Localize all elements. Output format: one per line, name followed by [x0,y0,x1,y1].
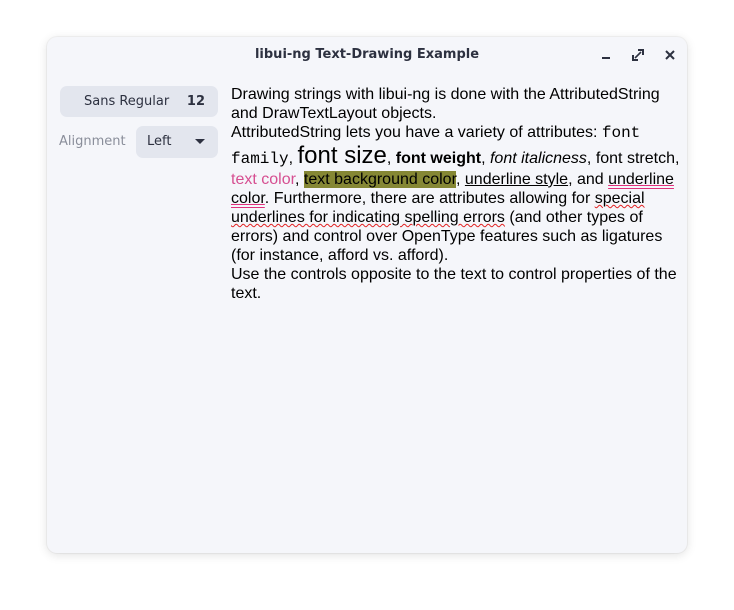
alignment-dropdown[interactable]: Left [136,126,218,158]
text-line: Use the controls opposite to the text to… [231,265,677,284]
titlebar[interactable]: libui-ng Text-Drawing Example [47,37,687,73]
window-title: libui-ng Text-Drawing Example [254,47,480,62]
chevron-down-icon [195,139,205,144]
attributed-text-area: Drawing strings with libui-ng is done wi… [231,85,680,303]
maximize-icon [632,49,644,61]
text-line: errors) and control over OpenType featur… [231,227,677,246]
underline-style-sample: underline style [464,171,569,188]
font-name-label: Sans Regular [84,94,170,109]
text-span: , [481,150,490,167]
text-span: text. [231,285,262,302]
text-line: underlines for indicating spelling error… [231,208,677,227]
font-family-sample: font [601,124,641,142]
text-span: (and other types of [504,209,643,226]
font-size-label: 12 [186,94,205,109]
text-span: Use the controls opposite to the text to… [231,266,677,283]
text-line: AttributedString lets you have a variety… [231,123,677,142]
text-line: text color, text background color, under… [231,170,677,189]
text-span: Drawing strings with libui-ng is done wi… [231,86,660,103]
text-span: (for instance, afford vs. afford). [231,247,449,264]
font-family-sample: family [231,150,289,168]
close-button[interactable] [660,45,680,65]
text-span: , [295,171,304,188]
text-line: family, font size, font weight, font ita… [231,142,680,170]
text-span: , [456,171,465,188]
font-picker-button[interactable]: Sans Regular 12 [60,86,218,117]
text-line: color. Furthermore, there are attributes… [231,189,677,208]
text-line: Drawing strings with libui-ng is done wi… [231,85,677,104]
text-span: and DrawTextLayout objects. [231,105,437,122]
app-window: libui-ng Text-Drawing Example Sans Regul… [47,37,687,553]
spelling-underline-sample: special [594,190,645,207]
text-span: . Furthermore, there are attributes allo… [264,190,595,207]
text-span: , [386,150,396,167]
text-span: , [288,150,298,167]
underline-color-sample: color [231,190,265,207]
text-line: (for instance, afford vs. afford). [231,246,677,265]
text-line: and DrawTextLayout objects. [231,104,677,123]
spelling-underline-sample: underlines for indicating spelling error… [231,209,505,226]
alignment-label: Alignment [59,134,126,149]
text-line: text. [231,284,677,303]
text-background-sample: text background color [303,171,457,188]
text-span: errors) and control over OpenType featur… [231,228,663,245]
text-color-sample: text color [231,171,296,188]
font-italic-sample: font italicness [489,150,587,167]
text-span: , font stretch, [586,150,680,167]
underline-color-sample: underline [608,171,674,188]
minimize-icon [602,57,610,59]
close-icon [665,50,675,60]
minimize-button[interactable] [596,45,616,65]
alignment-value: Left [147,134,172,149]
maximize-button[interactable] [628,45,648,65]
font-size-sample: font size [297,142,387,169]
font-weight-sample: font weight [395,150,482,167]
text-span: AttributedString lets you have a variety… [231,124,602,141]
text-span: , and [568,171,609,188]
